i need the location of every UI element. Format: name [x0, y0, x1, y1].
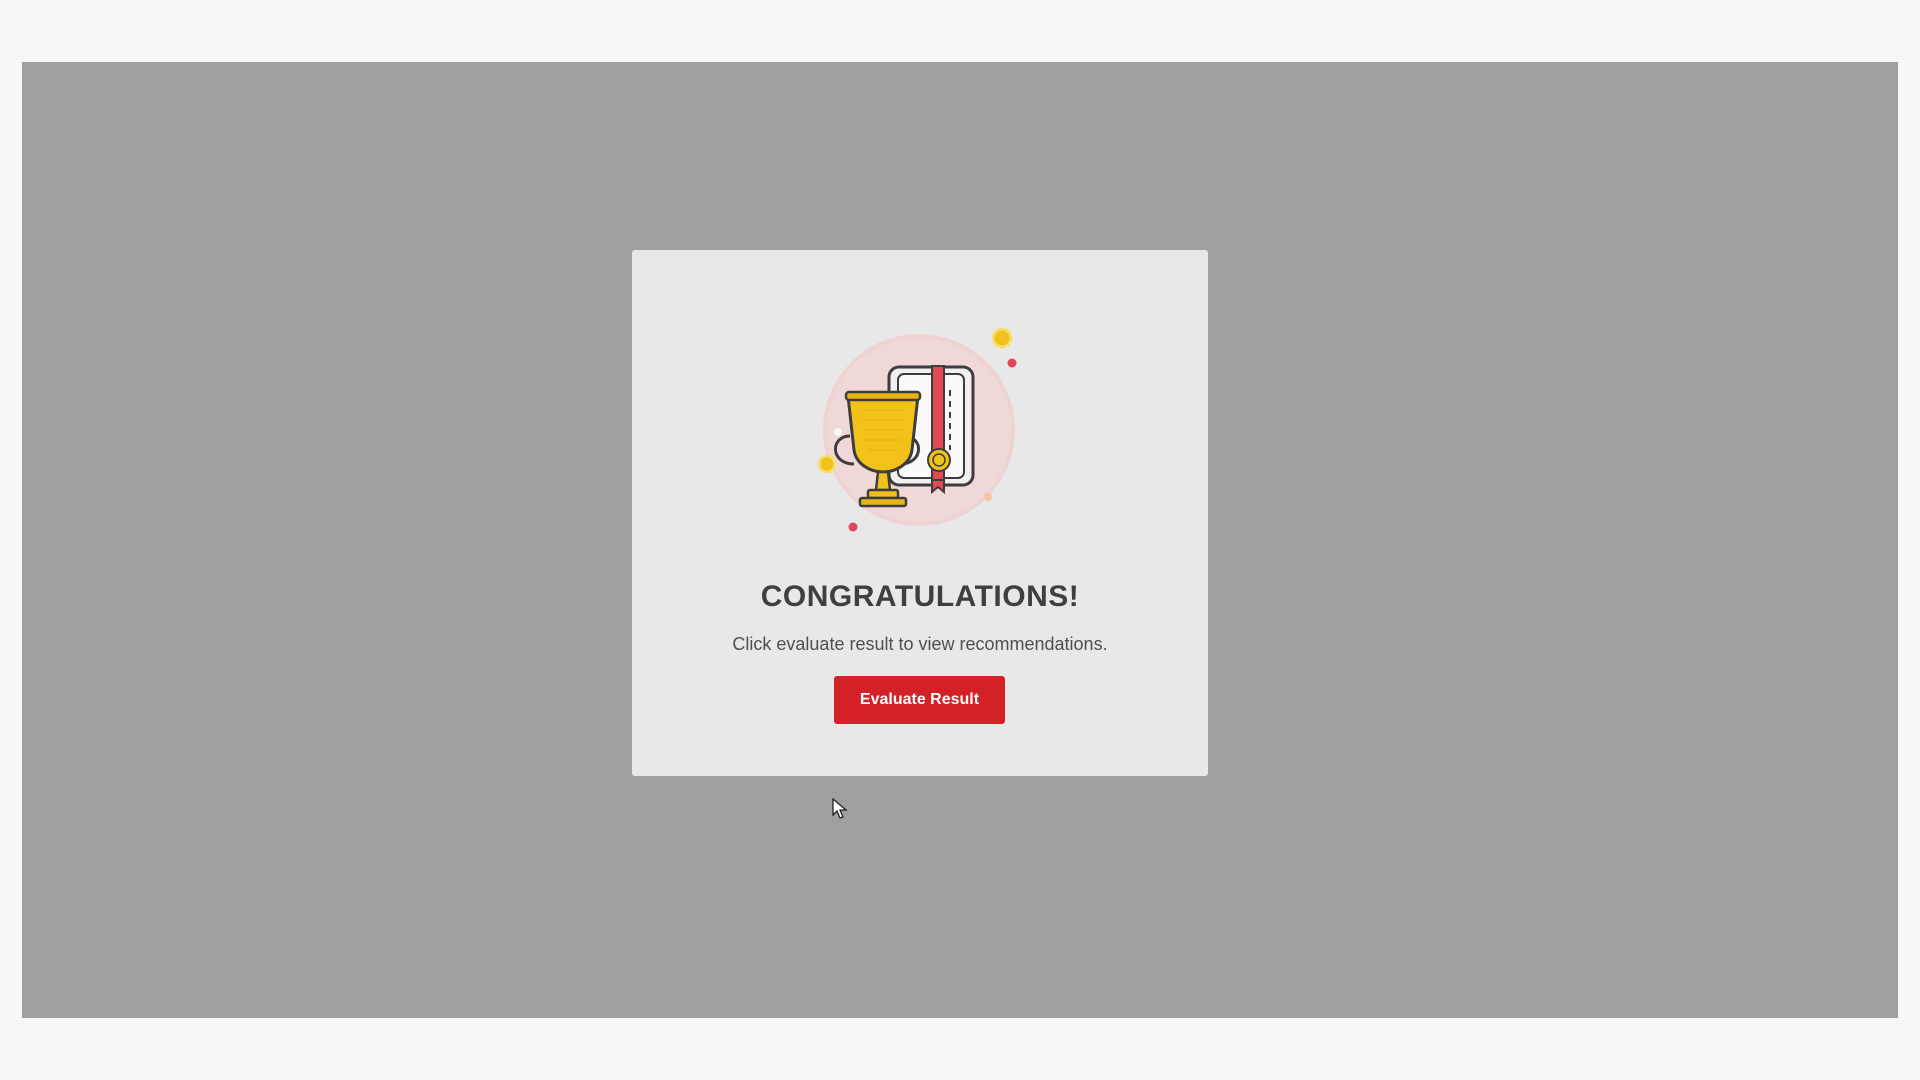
dialog-message: Click evaluate result to view recommenda… — [732, 634, 1108, 654]
mouse-cursor-icon — [832, 798, 848, 819]
trophy-certificate-icon — [632, 250, 1208, 550]
congratulations-dialog: CONGRATULATIONS! Click evaluate result t… — [632, 250, 1208, 776]
evaluate-result-button[interactable]: Evaluate Result — [834, 676, 1005, 724]
dialog-title: CONGRATULATIONS! — [760, 580, 1080, 613]
